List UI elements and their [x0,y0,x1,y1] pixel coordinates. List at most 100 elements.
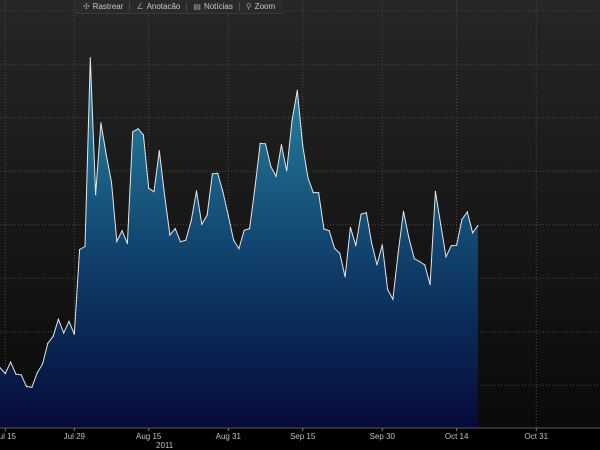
data-point [79,248,81,251]
data-point [360,213,362,215]
data-point [318,192,320,194]
data-point [296,89,298,91]
data-point [233,239,235,241]
data-point [376,264,378,266]
data-point [174,228,176,230]
data-point [153,191,155,193]
data-point [10,361,12,363]
data-point [270,165,272,168]
data-point [41,363,44,365]
toolbar-divider [129,2,131,11]
noticias-button[interactable]: ▤ Notícias [189,1,236,13]
data-point [185,239,187,241]
rastrear-button[interactable]: ✣ Rastrear [79,1,127,13]
data-point [328,230,330,232]
zoom-button[interactable]: ⚲ Zoom [242,1,279,13]
data-point [286,170,288,172]
data-point [222,191,224,193]
data-point [461,219,463,221]
data-point [249,228,251,230]
data-point [312,192,314,194]
data-point [429,284,431,286]
data-point [36,372,38,374]
data-point [456,244,458,246]
data-point [217,172,219,174]
x-tick-label: Oct 14 [445,432,469,441]
data-point [20,374,22,376]
data-point [280,144,282,146]
data-point [418,260,421,263]
data-point [397,251,399,254]
data-point [100,122,102,124]
data-point [121,230,123,232]
data-point [116,240,118,242]
data-point [365,212,367,214]
x-tick-label: Aug 31 [216,432,242,441]
news-icon: ▤ [193,1,201,11]
x-tick-label: Sep 30 [370,432,396,441]
data-point [227,215,229,217]
data-point [472,232,474,234]
x-tick-label: Aug 15 [136,432,162,441]
data-point [344,276,346,278]
data-point [190,220,192,222]
area-chart[interactable]: Jul 15 Jul 29 Aug 15 Aug 31 Sep 15 Sep 30 Oct … [0,0,600,450]
data-point [445,256,447,258]
data-point [132,131,134,133]
data-point [47,342,49,344]
data-point [387,288,389,290]
data-point [392,298,394,300]
toolbar-divider [238,2,240,11]
data-point [195,190,198,192]
data-point [68,320,70,322]
x-tick-label: Sep 15 [290,432,316,441]
data-point [105,153,107,156]
data-point [466,211,468,213]
data-point [333,247,336,249]
data-point [291,120,293,122]
data-point [264,143,267,145]
data-point [440,223,442,225]
x-tick-label: Jul 29 [64,432,86,441]
data-point [179,241,182,243]
anotacao-button[interactable]: ∠ Anotacão [132,1,184,13]
data-point [254,187,256,189]
data-point [137,128,139,130]
data-point [323,228,325,230]
data-point [89,57,91,59]
noticias-label: Notícias [203,2,233,11]
data-point [142,134,144,136]
crosshair-icon: ✣ [83,1,90,11]
data-point [259,142,261,144]
data-point [63,332,65,334]
zoom-label: Zoom [254,2,276,11]
data-point [201,223,203,225]
toolbar-divider [186,2,188,11]
magnifier-icon: ⚲ [245,1,252,11]
data-point [408,236,410,239]
data-point [31,386,33,388]
data-point [339,252,341,254]
year-label: 2011 [156,441,174,450]
data-point [371,242,373,245]
data-point [95,194,97,196]
data-point [450,245,452,247]
data-point [206,214,208,216]
data-point [477,225,479,227]
data-point [84,245,86,248]
data-point [15,373,17,375]
x-tick-label: Oct 31 [524,432,548,441]
data-point [25,385,28,388]
data-point [424,264,426,266]
chart-toolbar: ✣ Rastrear ∠ Anotacão ▤ Notícias ⚲ Zoom [75,0,284,14]
pencil-icon: ∠ [136,1,144,11]
data-point [307,177,309,179]
x-tick-label: Jul 15 [0,432,17,441]
x-axis-ticks: Jul 15 Jul 29 Aug 15 Aug 31 Sep 15 Sep 30 Oct … [0,428,549,450]
data-point [126,242,128,245]
data-point [381,244,383,246]
data-point [211,173,213,175]
data-point [148,187,150,189]
data-point [73,333,75,335]
data-point [402,210,405,212]
